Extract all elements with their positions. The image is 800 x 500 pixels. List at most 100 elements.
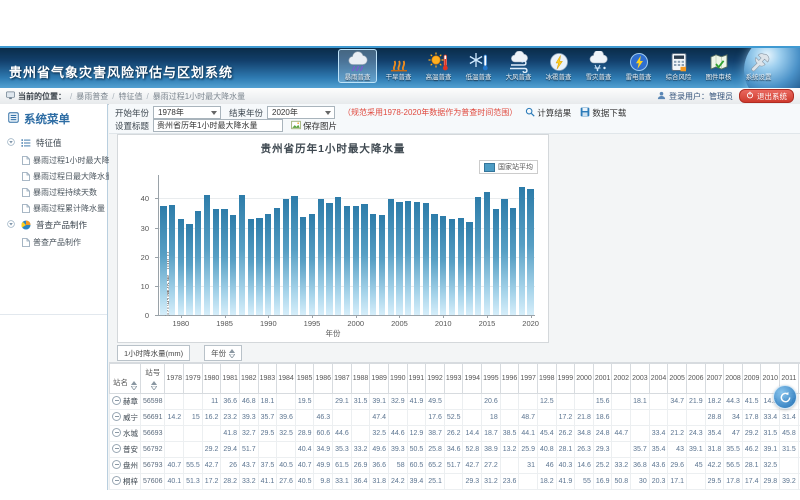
sidebar-group-0[interactable]: 特征值 [0, 134, 107, 152]
station-name-cell[interactable]: 普安 [110, 442, 141, 458]
value-cell-56598-1980: 11 [202, 394, 221, 410]
station-id-header[interactable]: 站号 [141, 364, 165, 394]
year-header-1986[interactable]: 1986 [314, 364, 333, 394]
year-header-1989[interactable]: 1989 [370, 364, 389, 394]
year-header-1981[interactable]: 1981 [221, 364, 240, 394]
toolbar-item-map-audit[interactable]: 图件审核 [700, 49, 737, 82]
toolbar-item-heat[interactable]: 高温普查 [420, 49, 457, 82]
logout-button[interactable]: 退出系统 [739, 89, 794, 103]
toolbar-item-drought[interactable]: 干旱普查 [380, 49, 417, 82]
breadcrumb-segment[interactable]: 暴雨过程1小时最大降水量 [153, 92, 245, 101]
sidebar-item-1-0[interactable]: 普查产品制作 [0, 234, 107, 250]
login-user-label: 登录用户：管理员 [669, 91, 733, 102]
value-cell-57606-1986: 9.8 [314, 474, 333, 490]
toolbar-item-rainstorm[interactable]: 暴雨普查 [338, 49, 377, 83]
value-cell-56693-1985: 28.9 [295, 426, 314, 442]
year-header-2004[interactable]: 2004 [649, 364, 668, 394]
sidebar-item-0-3[interactable]: 暴雨过程累计降水量 [0, 200, 107, 216]
year-header-1985[interactable]: 1985 [295, 364, 314, 394]
year-header-2003[interactable]: 2003 [631, 364, 650, 394]
floating-refresh-button[interactable] [773, 385, 797, 409]
year-header-1979[interactable]: 1979 [184, 364, 203, 394]
year-header-1997[interactable]: 1997 [519, 364, 538, 394]
value-cell-56598-1995: 20.6 [482, 394, 501, 410]
expand-row-icon[interactable] [112, 412, 121, 421]
station-name-cell[interactable]: 赫章 [110, 394, 141, 410]
toolbar-item-risk[interactable]: 综合风险 [660, 49, 697, 82]
toolbar-item-settings[interactable]: 系统设置 [740, 49, 777, 82]
station-name-cell[interactable]: 水城 [110, 426, 141, 442]
menu-icon [8, 112, 24, 126]
value-cell-56792-1981: 29.4 [221, 442, 240, 458]
calc-result-button[interactable]: 计算结果 [525, 107, 571, 119]
toolbar-item-wind[interactable]: 大风普查 [500, 49, 537, 82]
toolbar-item-cold[interactable]: 低温普查 [460, 49, 497, 82]
measure-chip[interactable]: 1小时降水量(mm) [117, 345, 190, 361]
year-header-2007[interactable]: 2007 [705, 364, 724, 394]
toolbar-item-snow[interactable]: 雪灾普查 [580, 49, 617, 82]
year-header-1990[interactable]: 1990 [388, 364, 407, 394]
toolbar-item-hail[interactable]: 冰雹普查 [540, 49, 577, 82]
year-header-1982[interactable]: 1982 [239, 364, 258, 394]
year-header-1980[interactable]: 1980 [202, 364, 221, 394]
sort-icons[interactable] [131, 381, 137, 390]
year-header-2008[interactable]: 2008 [724, 364, 743, 394]
bar-2003 [379, 215, 385, 315]
value-cell-56792-1993: 34.6 [444, 442, 463, 458]
year-header-2002[interactable]: 2002 [612, 364, 631, 394]
year-header-1998[interactable]: 1998 [537, 364, 556, 394]
year-header-2001[interactable]: 2001 [593, 364, 612, 394]
value-cell-56691-1995: 18 [482, 410, 501, 426]
expand-row-icon[interactable] [112, 460, 121, 469]
year-header-2000[interactable]: 2000 [575, 364, 594, 394]
chart-legend: 国家站平均 [479, 160, 538, 174]
station-name-header[interactable]: 站名 [110, 364, 141, 394]
column-dimension-chip[interactable]: 年份 [204, 345, 242, 361]
station-name-cell[interactable]: 盘州 [110, 458, 141, 474]
expand-row-icon[interactable] [112, 476, 121, 485]
value-cell-56693-2004: 33.4 [649, 426, 668, 442]
bar-2019 [519, 187, 525, 315]
year-header-1996[interactable]: 1996 [500, 364, 519, 394]
save-image-button[interactable]: 保存图片 [291, 120, 337, 132]
expander-icon[interactable] [7, 220, 18, 230]
year-header-2009[interactable]: 2009 [742, 364, 761, 394]
station-name-cell[interactable]: 威宁 [110, 410, 141, 426]
expand-row-icon[interactable] [112, 428, 121, 437]
sort-icons[interactable] [229, 349, 235, 358]
station-name-cell[interactable]: 桐梓 [110, 474, 141, 490]
sidebar-item-0-1[interactable]: 暴雨过程日最大降水量 [0, 168, 107, 184]
start-year-select[interactable]: 1978年 [153, 106, 221, 119]
bar-2008 [423, 203, 429, 315]
year-header-1983[interactable]: 1983 [258, 364, 277, 394]
year-header-1988[interactable]: 1988 [351, 364, 370, 394]
breadcrumb-segment[interactable]: 暴雨普查 [76, 92, 108, 101]
sidebar-item-0-0[interactable]: 暴雨过程1小时最大降水量 [0, 152, 107, 168]
rainstorm-icon [346, 51, 370, 73]
sidebar-item-0-2[interactable]: 暴雨过程持续天数 [0, 184, 107, 200]
year-header-1992[interactable]: 1992 [426, 364, 445, 394]
year-header-1995[interactable]: 1995 [482, 364, 501, 394]
year-header-1994[interactable]: 1994 [463, 364, 482, 394]
chart-title-input[interactable] [153, 119, 283, 132]
year-header-1999[interactable]: 1999 [556, 364, 575, 394]
year-header-1984[interactable]: 1984 [277, 364, 296, 394]
sort-icons[interactable] [151, 381, 157, 390]
breadcrumb-segment[interactable]: 特征值 [118, 92, 142, 101]
year-header-2006[interactable]: 2006 [686, 364, 705, 394]
year-header-1987[interactable]: 1987 [333, 364, 352, 394]
year-header-1993[interactable]: 1993 [444, 364, 463, 394]
expand-row-icon[interactable] [112, 444, 121, 453]
year-header-1978[interactable]: 1978 [165, 364, 184, 394]
expand-row-icon[interactable] [112, 396, 121, 405]
location-label: 当前的位置： [18, 91, 66, 102]
year-header-2005[interactable]: 2005 [668, 364, 687, 394]
expander-icon[interactable] [7, 138, 18, 148]
end-year-select[interactable]: 2020年 [267, 106, 335, 119]
toolbar-item-lightning[interactable]: 雷电普查 [620, 49, 657, 82]
value-cell-56793-1993: 51.7 [444, 458, 463, 474]
year-header-1991[interactable]: 1991 [407, 364, 426, 394]
value-cell-56792-1987: 35.3 [333, 442, 352, 458]
sidebar-group-1[interactable]: 普查产品制作 [0, 216, 107, 234]
data-download-button[interactable]: 数据下载 [580, 107, 626, 119]
